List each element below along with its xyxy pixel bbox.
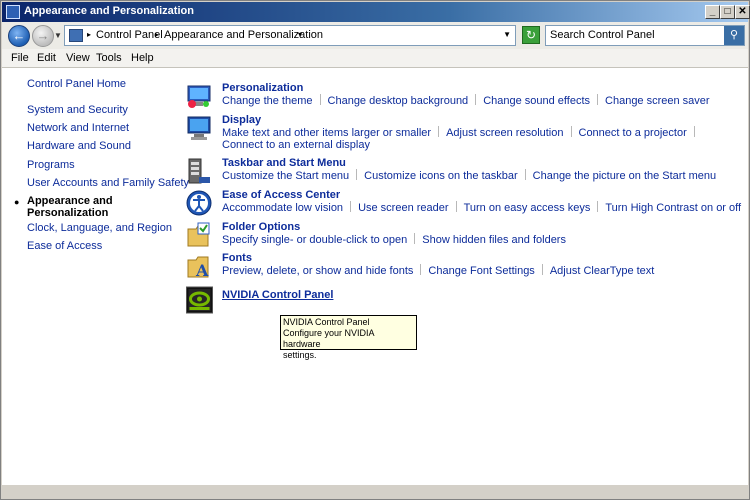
menu-tools[interactable]: Tools [96,52,122,64]
address-bar[interactable]: ▸ Control Panel ▸ Appearance and Persona… [64,25,516,46]
status-bar [2,485,748,499]
main-content: Control Panel Home System and Security N… [2,68,748,499]
back-arrow-icon[interactable]: ← [8,25,30,47]
breadcrumb-control-panel[interactable]: Control Panel [96,29,163,41]
link-font-settings[interactable]: Change Font Settings [428,265,534,277]
link-single-double-click[interactable]: Specify single- or double-click to open [222,234,407,246]
nav-control-panel-home[interactable]: Control Panel Home [27,78,126,90]
menu-file[interactable]: File [11,52,29,64]
link-cleartype[interactable]: Adjust ClearType text [550,265,655,277]
personalization-icon [187,85,211,108]
control-panel-window: Appearance and Personalization _ □ ✕ ← →… [0,0,750,500]
current-bullet-icon: ● [14,197,20,207]
link-customize-taskbar-icons[interactable]: Customize icons on the taskbar [364,170,517,182]
taskbar-icon [188,158,210,184]
breadcrumb-separator-icon[interactable]: ▸ [87,30,91,39]
link-change-sound-effects[interactable]: Change sound effects [483,95,590,107]
menu-edit[interactable]: Edit [37,52,56,64]
link-low-vision[interactable]: Accommodate low vision [222,202,343,214]
display-title[interactable]: Display [222,114,261,126]
nav-clock-language[interactable]: Clock, Language, and Region [27,222,172,234]
close-button[interactable]: ✕ [735,5,750,19]
link-screen-resolution[interactable]: Adjust screen resolution [446,127,563,139]
display-icon [187,116,211,140]
svg-text:A: A [195,261,209,280]
tooltip-line3: settings. [283,350,317,360]
nav-current-line2: Personalization [27,207,109,219]
address-dropdown-icon[interactable]: ▼ [503,30,511,39]
window-icon [6,5,20,19]
nav-user-accounts[interactable]: User Accounts and Family Safety [27,177,189,189]
search-icon[interactable]: ⚲ [724,26,744,45]
control-panel-icon [69,29,83,42]
search-input[interactable]: Search Control Panel [550,29,655,41]
taskbar-title[interactable]: Taskbar and Start Menu [222,157,346,169]
link-change-screen-saver[interactable]: Change screen saver [605,95,710,107]
menu-view[interactable]: View [66,52,90,64]
nvidia-icon [186,286,213,314]
link-change-background[interactable]: Change desktop background [328,95,469,107]
maximize-button[interactable]: □ [720,5,735,19]
minimize-button[interactable]: _ [705,5,720,19]
recent-pages-arrow-icon[interactable]: ▼ [54,31,62,40]
link-hidden-files[interactable]: Show hidden files and folders [422,234,566,246]
link-screen-reader[interactable]: Use screen reader [358,202,449,214]
nvidia-tooltip: NVIDIA Control Panel Configure your NVID… [280,315,417,360]
nav-hardware-sound[interactable]: Hardware and Sound [27,140,131,152]
link-external-display[interactable]: Connect to an external display [222,139,370,151]
ease-title[interactable]: Ease of Access Center [222,189,340,201]
title-bar: Appearance and Personalization _ □ ✕ [2,2,750,22]
nav-system-security[interactable]: System and Security [27,104,128,116]
nav-current-line1: Appearance and [27,195,113,207]
breadcrumb-separator-icon[interactable]: ▾ [298,30,302,39]
link-customize-start[interactable]: Customize the Start menu [222,170,349,182]
link-preview-fonts[interactable]: Preview, delete, or show and hide fonts [222,265,413,277]
nvidia-title[interactable]: NVIDIA Control Panel [222,289,333,301]
refresh-icon[interactable]: ↻ [522,26,540,44]
window-title: Appearance and Personalization [24,5,194,17]
tooltip-line1: NVIDIA Control Panel [283,317,370,327]
menu-bar: File Edit View Tools Help [2,49,748,68]
ease-of-access-icon [186,190,212,216]
link-start-menu-picture[interactable]: Change the picture on the Start menu [533,170,716,182]
personalization-title[interactable]: Personalization [222,82,303,94]
link-change-theme[interactable]: Change the theme [222,95,313,107]
link-high-contrast[interactable]: Turn High Contrast on or off [605,202,741,214]
address-row: ← → ▼ ▸ Control Panel ▸ Appearance and P… [2,22,748,49]
menu-help[interactable]: Help [131,52,154,64]
fonts-title[interactable]: Fonts [222,252,252,264]
link-connect-projector[interactable]: Connect to a projector [579,127,687,139]
link-easy-access-keys[interactable]: Turn on easy access keys [464,202,591,214]
breadcrumb-separator-icon[interactable]: ▸ [155,30,159,39]
forward-arrow-icon[interactable]: → [32,25,54,47]
link-text-larger[interactable]: Make text and other items larger or smal… [222,127,431,139]
nav-ease-of-access[interactable]: Ease of Access [27,240,102,252]
folder-title[interactable]: Folder Options [222,221,300,233]
search-box[interactable]: Search Control Panel ⚲ [545,25,745,46]
fonts-icon: A [187,256,209,280]
tooltip-line2: Configure your NVIDIA hardware [283,328,375,349]
nav-network-internet[interactable]: Network and Internet [27,122,129,134]
nav-programs[interactable]: Programs [27,159,75,171]
folder-options-icon [187,222,210,247]
